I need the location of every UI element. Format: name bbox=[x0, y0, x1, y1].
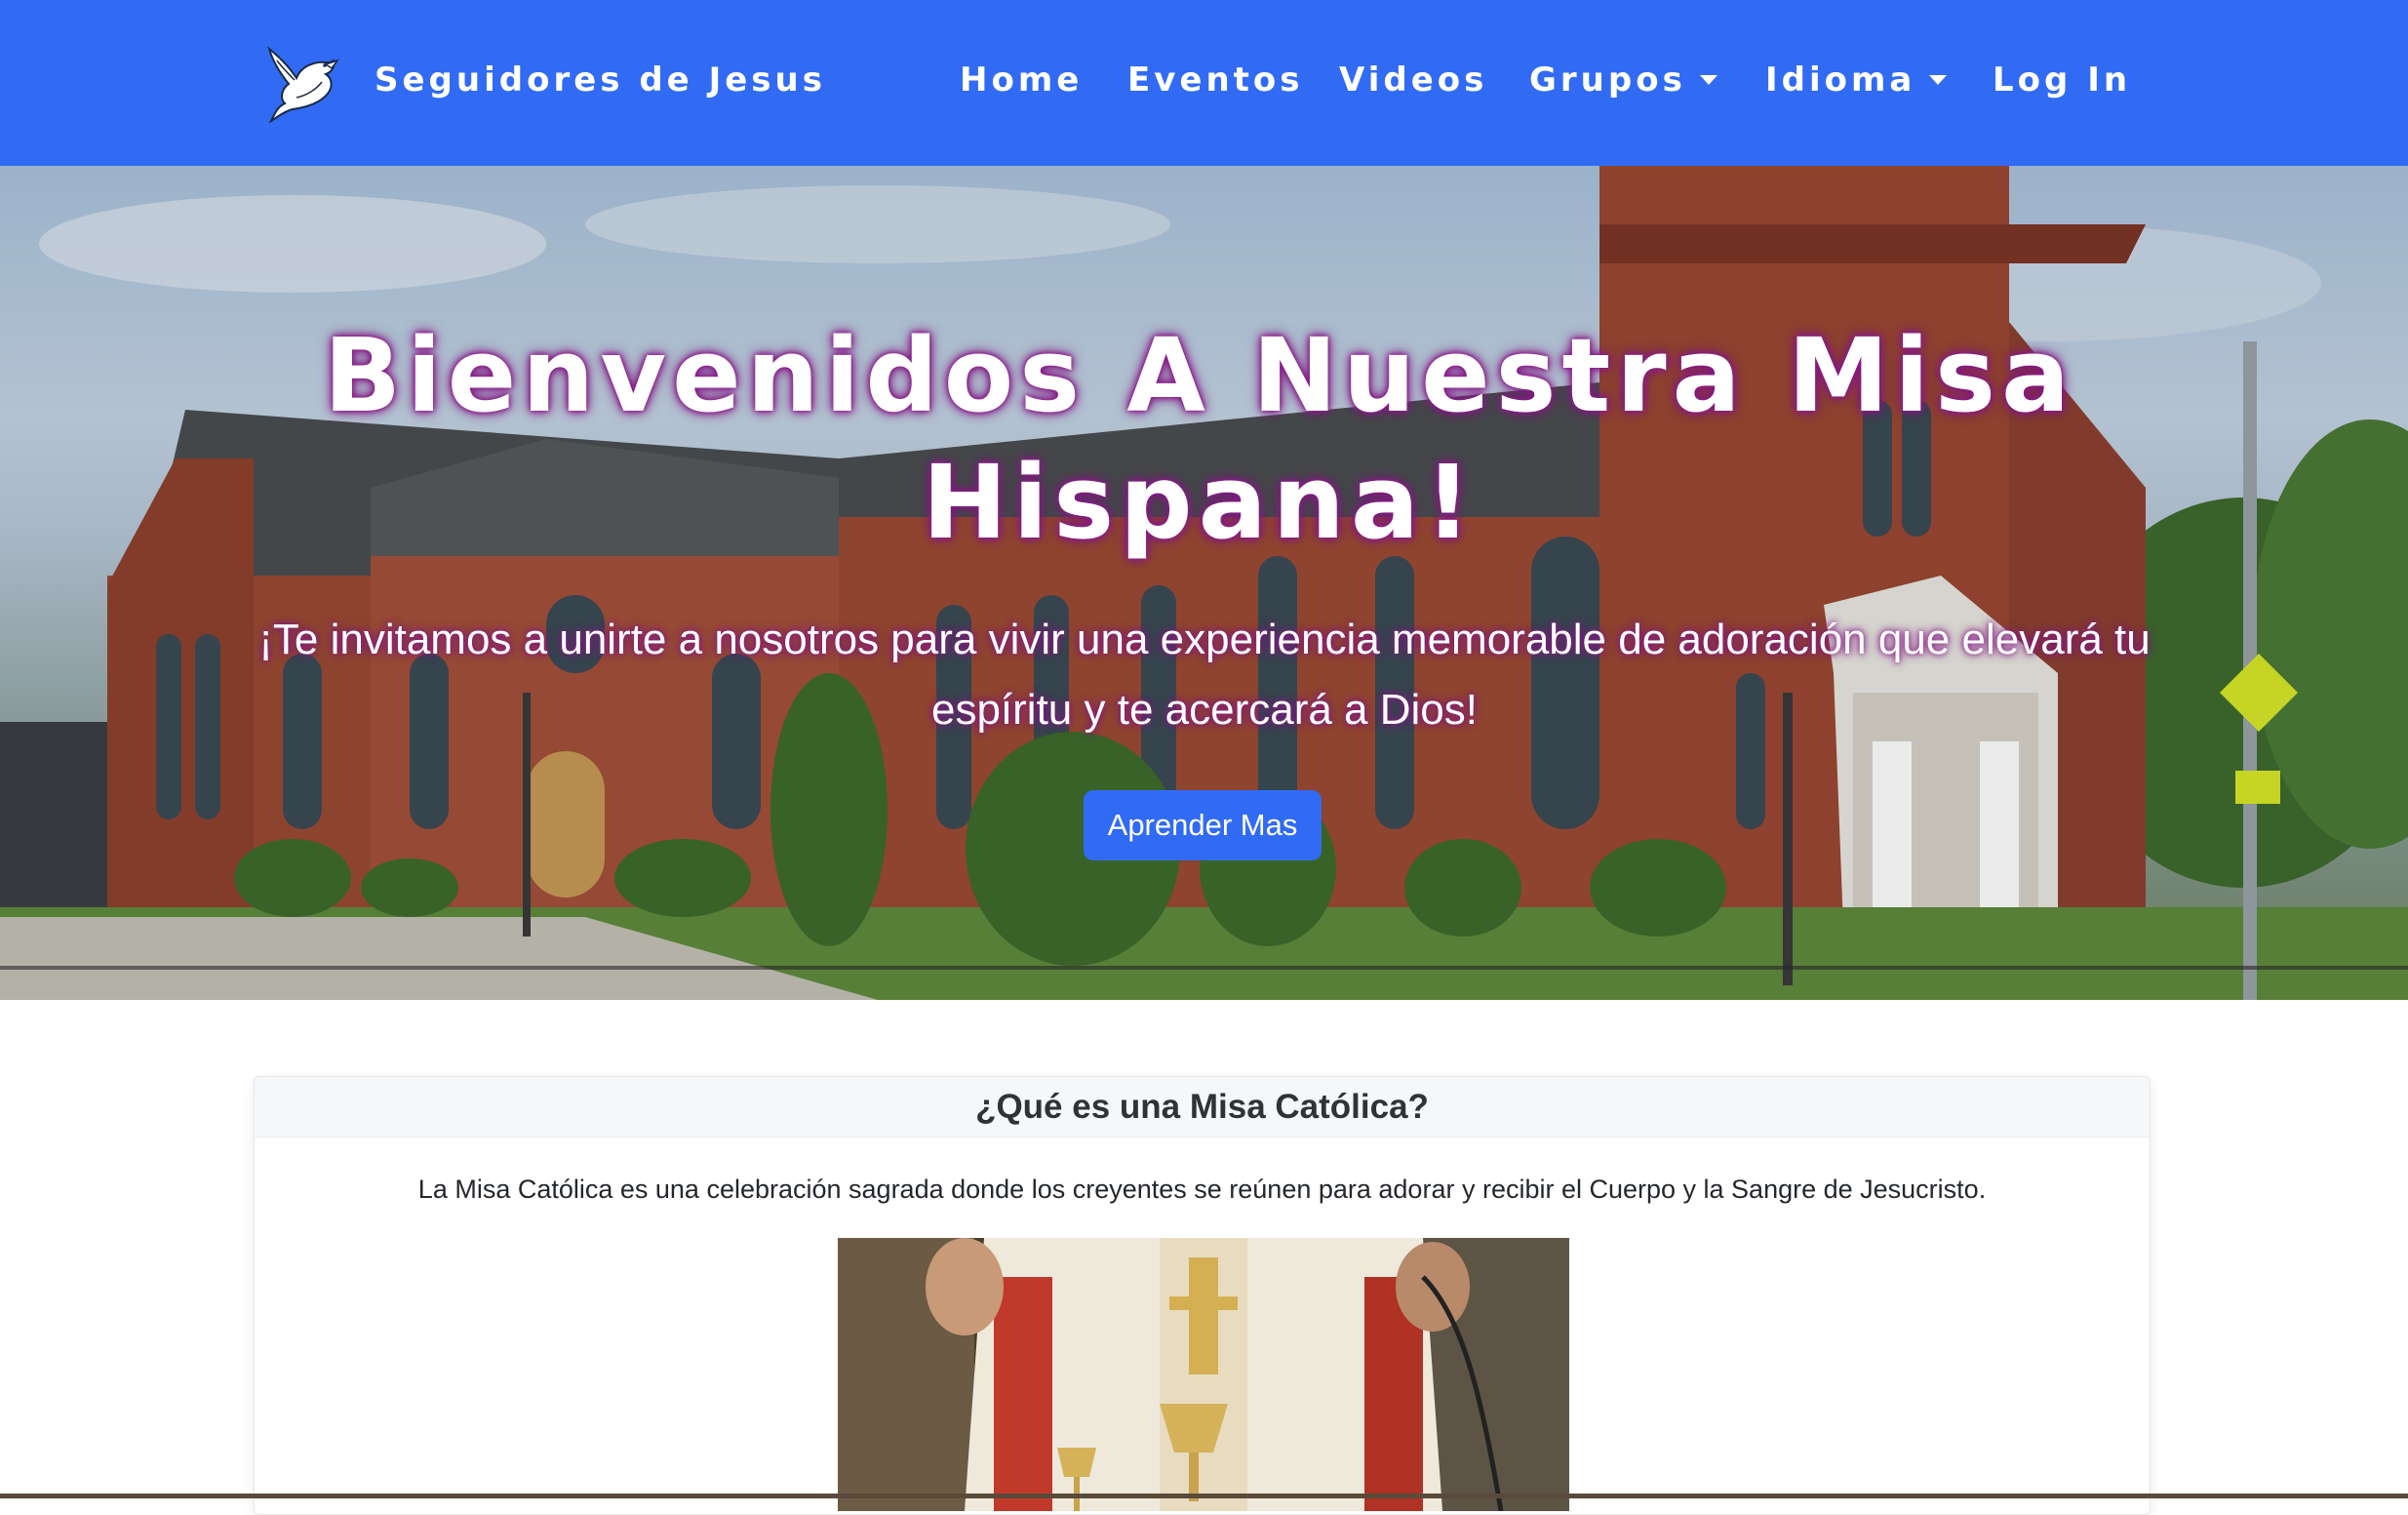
nav-videos[interactable]: Videos bbox=[1339, 60, 1487, 100]
card-text: La Misa Católica es una celebración sagr… bbox=[417, 1175, 1987, 1204]
nav-grupos-dropdown[interactable]: Grupos bbox=[1529, 60, 1717, 100]
nav-grupos-label: Grupos bbox=[1529, 60, 1686, 100]
nav-home-label: Home bbox=[960, 60, 1084, 100]
hero-subtitle: ¡Te invitamos a unirte a nosotros para v… bbox=[258, 616, 2151, 734]
nav-eventos-label: Eventos bbox=[1127, 60, 1304, 100]
info-card: ¿Qué es una Misa Católica? La Misa Catól… bbox=[254, 1076, 2151, 1515]
nav-videos-label: Videos bbox=[1339, 60, 1488, 100]
navbar: Seguidores de Jesus Home Eventos Videos … bbox=[0, 0, 2408, 166]
nav-idioma-dropdown[interactable]: Idioma bbox=[1765, 60, 1948, 100]
learn-more-button[interactable]: Aprender Mas bbox=[1084, 790, 1322, 860]
hero-title: Bienvenidos A Nuestra Misa Hispana! bbox=[323, 316, 2076, 562]
nav-idioma-label: Idioma bbox=[1765, 60, 1916, 100]
card-header: ¿Qué es una Misa Católica? bbox=[255, 1077, 2150, 1137]
dove-icon[interactable] bbox=[263, 39, 343, 123]
nav-eventos[interactable]: Eventos bbox=[1127, 60, 1304, 100]
hero-section: Bienvenidos A Nuestra Misa Hispana! ¡Te … bbox=[0, 166, 2408, 1000]
window-bottom-edge bbox=[0, 1494, 2408, 1498]
brand-name[interactable]: Seguidores de Jesus bbox=[375, 60, 826, 100]
hero-overlay bbox=[0, 166, 2408, 1000]
caret-down-icon bbox=[1929, 75, 1948, 85]
nav-home[interactable]: Home bbox=[960, 60, 1083, 100]
nav-login[interactable]: Log In bbox=[1993, 60, 2131, 100]
nav-login-label: Log In bbox=[1993, 60, 2132, 100]
priest-mass-image bbox=[838, 1238, 1569, 1511]
caret-down-icon bbox=[1699, 75, 1717, 85]
